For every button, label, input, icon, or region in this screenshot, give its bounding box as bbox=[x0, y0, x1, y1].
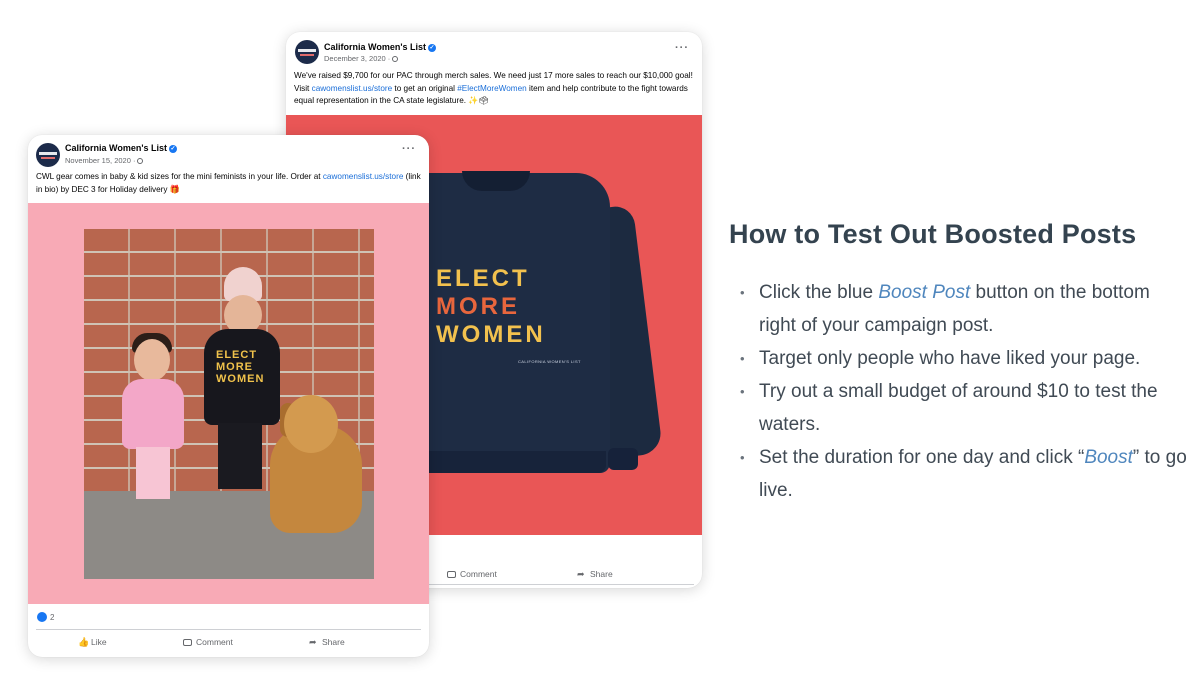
reaction-count: 2 bbox=[50, 613, 55, 622]
toddler-legs bbox=[136, 447, 170, 499]
page-name-text[interactable]: California Women's List bbox=[324, 42, 426, 52]
like-button[interactable]: 👍 Like bbox=[78, 637, 107, 648]
tip-duration: Set the duration for one day and click “… bbox=[740, 441, 1190, 507]
page-name-text[interactable]: California Women's List bbox=[65, 143, 167, 153]
store-link[interactable]: cawomenslist.us/store bbox=[312, 84, 393, 93]
toddler-head bbox=[134, 339, 170, 381]
front-post-card: California Women's List ✓ November 15, 20… bbox=[28, 135, 429, 657]
verified-badge-icon: ✓ bbox=[428, 44, 436, 52]
globe-icon bbox=[137, 158, 144, 164]
shirt-print-line-1: ELECT bbox=[436, 265, 530, 292]
post-caption: CWL gear comes in baby & kid sizes for t… bbox=[36, 172, 421, 194]
share-button[interactable]: ➦ Share bbox=[309, 637, 345, 648]
tip-boost-post: Click the blue Boost Post button on the … bbox=[740, 276, 1190, 342]
page-avatar[interactable] bbox=[36, 143, 60, 167]
hashtag-link[interactable]: #ElectMoreWomen bbox=[457, 84, 526, 93]
share-icon: ➦ bbox=[309, 637, 317, 647]
post-header: California Women's List ✓ December 3, 202… bbox=[286, 32, 702, 66]
share-icon: ➦ bbox=[577, 569, 585, 579]
post-date[interactable]: December 3, 2020 · bbox=[324, 54, 399, 63]
tip-budget: Try out a small budget of around $10 to … bbox=[740, 375, 1190, 441]
sweatshirt-collar bbox=[462, 171, 530, 191]
comment-button[interactable]: Comment bbox=[447, 569, 497, 579]
like-reaction-icon bbox=[37, 612, 47, 622]
comment-icon bbox=[183, 639, 192, 646]
child-legs bbox=[218, 423, 262, 489]
reaction-summary[interactable]: 2 bbox=[37, 612, 54, 622]
comment-button[interactable]: Comment bbox=[183, 637, 233, 647]
child-shirt-print: ELECT MORE WOMEN bbox=[216, 349, 265, 385]
post-date[interactable]: November 15, 2020 · bbox=[65, 156, 144, 165]
sweatshirt-right-cuff bbox=[608, 448, 638, 470]
tip-target-audience: Target only people who have liked your p… bbox=[740, 342, 1190, 375]
more-options-icon[interactable]: ··· bbox=[675, 42, 689, 54]
kids-photo: ELECT MORE WOMEN bbox=[84, 229, 374, 579]
shirt-print-line-3: WOMEN bbox=[436, 321, 546, 348]
more-options-icon[interactable]: ··· bbox=[402, 143, 416, 155]
post-date-text[interactable]: December 3, 2020 · bbox=[324, 54, 390, 63]
thumbs-up-icon: 👍 bbox=[78, 637, 90, 647]
reaction-divider bbox=[36, 629, 421, 630]
shirt-brand-tag: CALIFORNIA WOMEN'S LIST bbox=[518, 359, 581, 364]
verified-badge-icon: ✓ bbox=[169, 145, 177, 153]
tips-list: Click the blue Boost Post button on the … bbox=[740, 276, 1190, 507]
dog-head bbox=[284, 395, 338, 453]
panel-heading: How to Test Out Boosted Posts bbox=[729, 219, 1137, 249]
post-caption: We've raised $9,700 for our PAC through … bbox=[294, 71, 693, 105]
post-date-text[interactable]: November 15, 2020 · bbox=[65, 156, 135, 165]
kids-photo-frame[interactable]: ELECT MORE WOMEN bbox=[28, 203, 429, 604]
share-button[interactable]: ➦ Share bbox=[577, 569, 613, 580]
comment-icon bbox=[447, 571, 456, 578]
shirt-print-line-2: MORE bbox=[436, 293, 520, 320]
page-name[interactable]: California Women's List ✓ bbox=[65, 143, 177, 153]
post-header: California Women's List ✓ November 15, 20… bbox=[28, 135, 429, 169]
toddler-pink-sweatshirt bbox=[122, 379, 184, 449]
boost-post-highlight: Boost Post bbox=[878, 282, 971, 303]
boost-highlight: Boost bbox=[1084, 447, 1133, 468]
store-link[interactable]: cawomenslist.us/store bbox=[323, 172, 404, 181]
page-avatar[interactable] bbox=[295, 40, 319, 64]
page-name[interactable]: California Women's List ✓ bbox=[324, 42, 436, 52]
globe-icon bbox=[392, 56, 399, 62]
